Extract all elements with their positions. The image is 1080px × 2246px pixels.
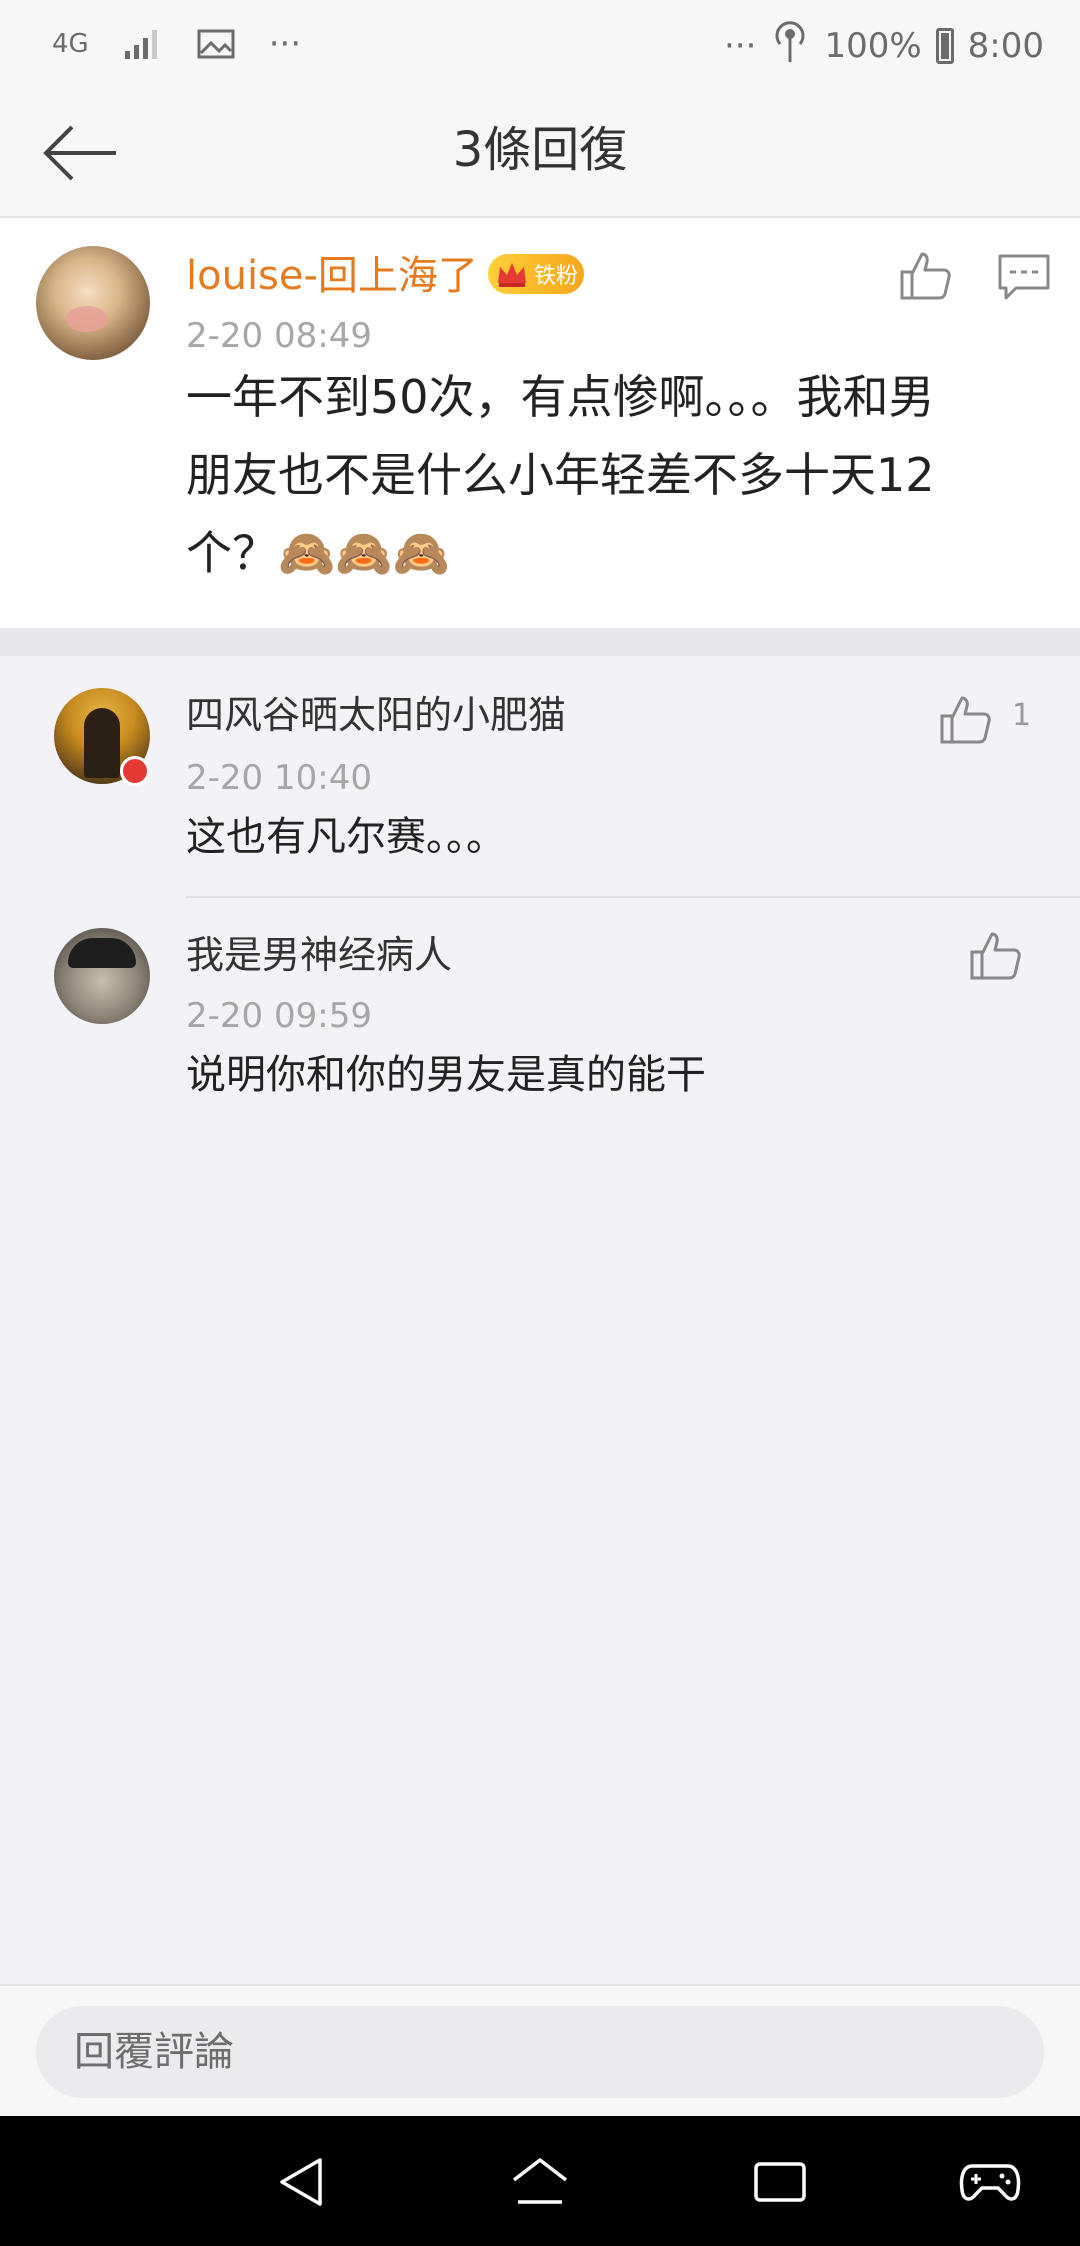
crown-icon [496, 259, 528, 289]
clock: 8:00 [967, 25, 1044, 66]
thumbs-up-icon [970, 932, 1021, 980]
like-button[interactable] [968, 928, 1024, 984]
battery-icon [935, 27, 954, 64]
comment-text-line-3: 个？🙈🙈🙈 [186, 526, 450, 580]
comment-text-line-2: 朋友也不是什么小年轻差不多十天12 [186, 448, 935, 502]
avatar[interactable] [54, 928, 150, 1024]
nav-back-button[interactable] [272, 2154, 332, 2210]
thumbs-up-icon [900, 252, 951, 300]
fan-badge[interactable]: 铁粉 [488, 254, 584, 294]
nav-game-button[interactable] [958, 2154, 1022, 2210]
reply-text: 说明你和你的男友是真的能干 [186, 1052, 706, 1098]
nav-recents-button[interactable] [750, 2154, 810, 2210]
reply-time: 2-20 09:59 [186, 996, 372, 1036]
like-button[interactable] [938, 692, 994, 748]
comment-time: 2-20 08:49 [186, 316, 372, 356]
header: 3條回復 [0, 88, 1080, 218]
triangle-back-icon [280, 2158, 322, 2206]
reply-text: 这也有凡尔赛。。。 [186, 814, 506, 860]
comment-text-line-1: 一年不到50次，有点惨啊。。。我和男 [186, 370, 935, 424]
reply-input[interactable]: 回覆評論 [36, 2006, 1044, 2098]
nav-home-button[interactable] [510, 2154, 570, 2210]
more-notifications-icon: ··· [269, 22, 301, 66]
thumbs-up-icon [940, 696, 991, 744]
like-button[interactable] [898, 248, 954, 304]
reply-username[interactable]: 四风谷晒太阳的小肥猫 [186, 688, 566, 742]
verified-badge-icon [120, 756, 150, 786]
signal-icon [123, 27, 163, 61]
more-status-icon: ··· [724, 25, 757, 66]
battery-percent: 100% [824, 25, 922, 66]
reply-time: 2-20 10:40 [186, 758, 372, 798]
reply-bar: 回覆評論 [0, 1984, 1080, 2116]
like-count: 1 [1012, 698, 1032, 733]
reply-list: 四风谷晒太阳的小肥猫 2-20 10:40 这也有凡尔赛。。。 1 我是男神经病… [0, 656, 1080, 1136]
home-icon [512, 2158, 568, 2204]
fan-badge-label: 铁粉 [534, 264, 579, 289]
main-comment: louise-回上海了 铁粉 2-20 08:49 一年不到50次，有点惨啊。。… [0, 218, 1080, 628]
image-notification-icon [197, 29, 235, 59]
section-divider [0, 628, 1080, 656]
reply-comment-button[interactable] [996, 248, 1052, 304]
username[interactable]: louise-回上海了 [186, 248, 478, 304]
more-label: ··· [268, 24, 302, 64]
navigation-bar [0, 2116, 1080, 2246]
gamepad-icon [959, 2164, 1021, 2201]
divider [186, 896, 1080, 898]
page-title: 3條回復 [452, 122, 628, 178]
recents-icon [754, 2162, 806, 2202]
comment-icon [998, 254, 1050, 300]
network-4g-icon: 4G [52, 22, 89, 66]
network-label: 4G [52, 29, 89, 59]
hotspot-icon [770, 18, 810, 73]
status-bar: 4G ··· ··· 100% 8:00 [0, 0, 1080, 88]
reply-username[interactable]: 我是男神经病人 [186, 928, 452, 982]
avatar[interactable] [36, 246, 150, 360]
